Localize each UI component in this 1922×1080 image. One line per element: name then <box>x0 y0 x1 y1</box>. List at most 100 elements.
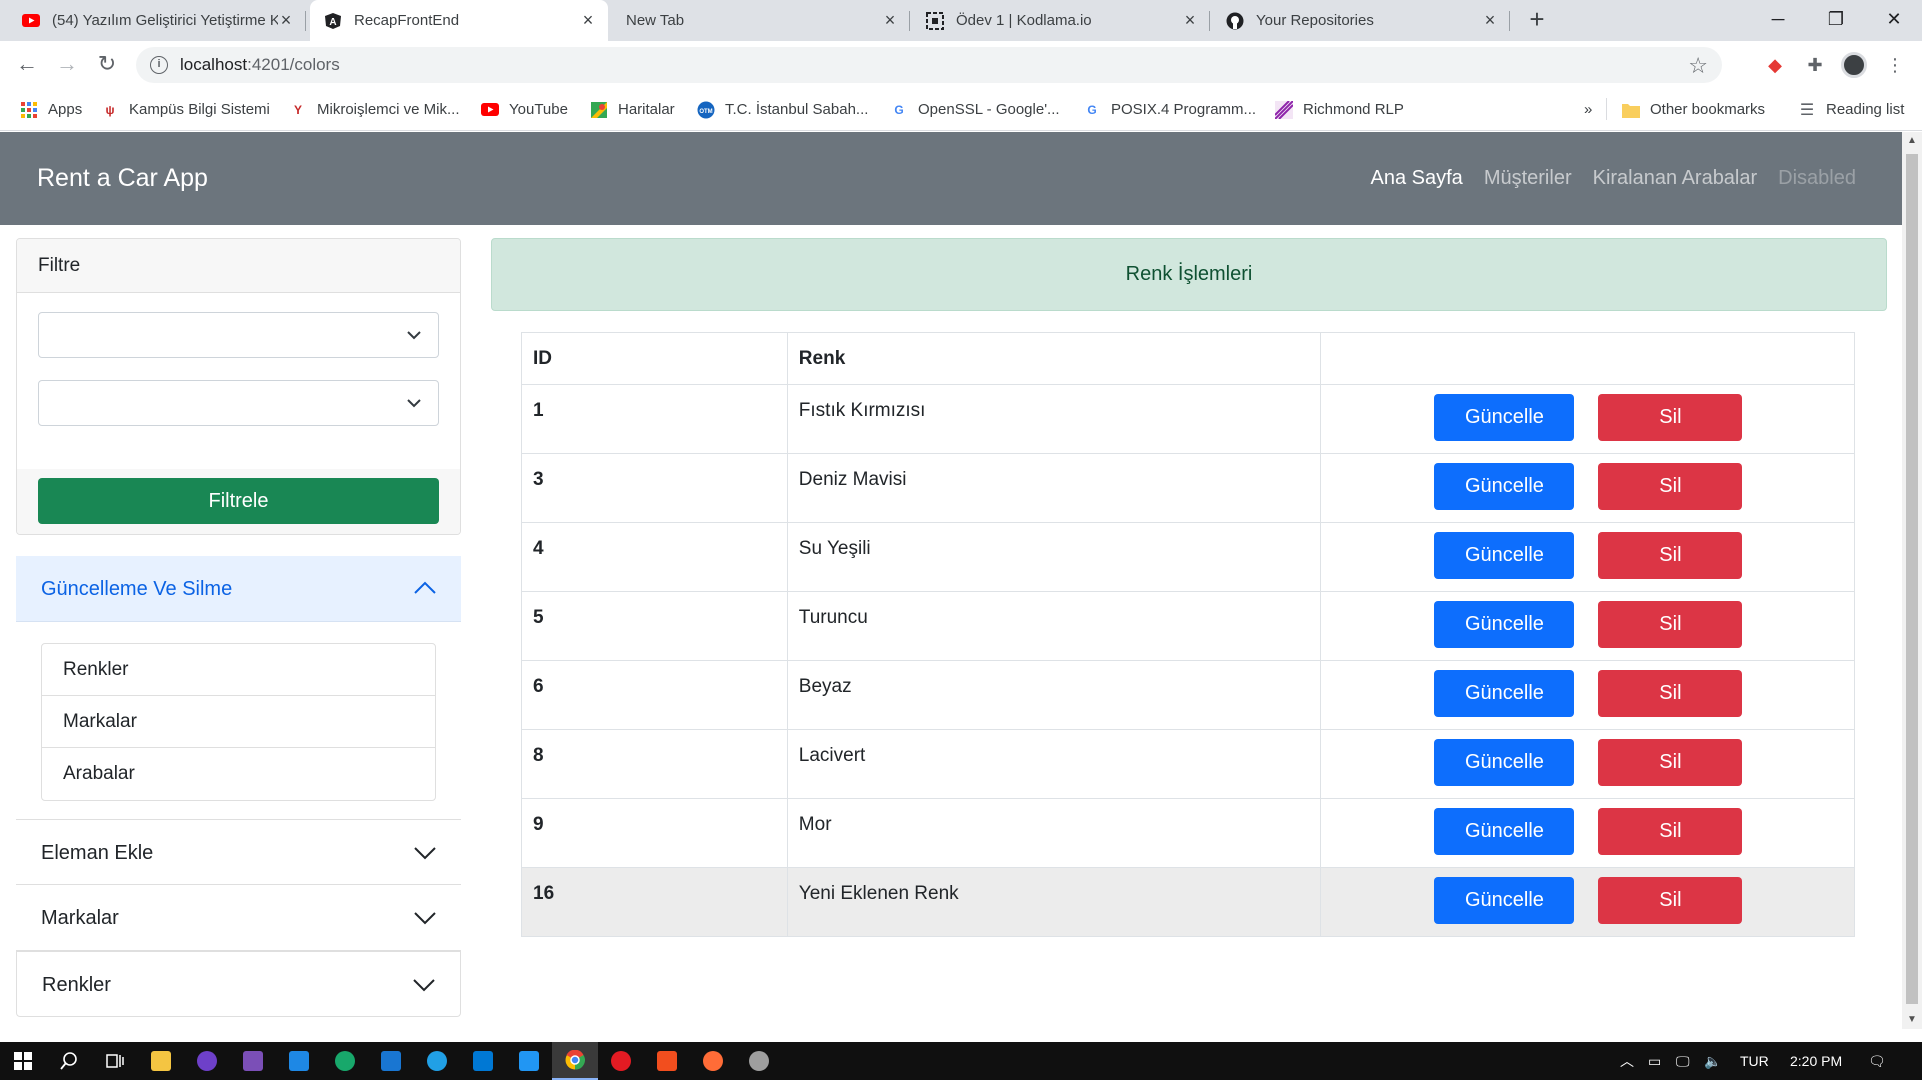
scrollbar-thumb[interactable] <box>1906 154 1918 1004</box>
reading-list[interactable]: ☰ Reading list <box>1798 88 1905 131</box>
tab-kodlama[interactable]: Ödev 1 | Kodlama.io × <box>912 0 1210 41</box>
restore-icon[interactable]: ❐ <box>1808 0 1864 41</box>
delete-button[interactable]: Sil <box>1598 463 1743 510</box>
other-bookmarks[interactable]: Other bookmarks <box>1622 88 1765 131</box>
update-button[interactable]: Güncelle <box>1434 463 1575 510</box>
new-tab-plus-icon[interactable]: + <box>1522 5 1552 35</box>
forward-arrow-icon[interactable]: → <box>51 49 83 81</box>
tab-close-icon[interactable]: × <box>1482 10 1498 31</box>
address-bar[interactable]: i localhost:4201/colors ☆ <box>136 47 1722 83</box>
bookmark-mikroislemci[interactable]: Y Mikroişlemci ve Mik... <box>289 88 460 131</box>
tab-close-icon[interactable]: × <box>278 10 294 31</box>
accordion-renkler[interactable]: Renkler <box>16 951 461 1017</box>
app2-icon[interactable] <box>736 1042 782 1080</box>
file-explorer-icon[interactable] <box>138 1042 184 1080</box>
network-icon[interactable]: 🖵 <box>1676 1042 1690 1080</box>
tab-close-icon[interactable]: × <box>1182 10 1198 31</box>
delete-button[interactable]: Sil <box>1598 394 1743 441</box>
github-desktop-icon[interactable] <box>184 1042 230 1080</box>
page-scrollbar[interactable]: ▲ ▼ <box>1902 132 1922 1029</box>
notifications-icon[interactable]: 🗨 <box>1868 1042 1886 1080</box>
bookmark-star-icon[interactable]: ☆ <box>1688 53 1708 79</box>
update-button[interactable]: Güncelle <box>1434 670 1575 717</box>
site-info-icon[interactable]: i <box>150 56 168 74</box>
close-window-icon[interactable]: ✕ <box>1866 0 1922 41</box>
bookmark-label: OpenSSL - Google'... <box>918 101 1060 118</box>
filter-button[interactable]: Filtrele <box>38 478 439 524</box>
scroll-down-arrow-icon[interactable]: ▼ <box>1902 1011 1922 1029</box>
update-button[interactable]: Güncelle <box>1434 601 1575 648</box>
language-indicator[interactable]: TUR <box>1740 1042 1769 1080</box>
chrome-icon[interactable] <box>552 1042 598 1080</box>
delete-button[interactable]: Sil <box>1598 877 1743 924</box>
clock[interactable]: 2:20 PM <box>1790 1042 1842 1080</box>
vscode-icon[interactable] <box>276 1042 322 1080</box>
cell-id: 16 <box>521 867 788 937</box>
nav-musteriler[interactable]: Müşteriler <box>1484 167 1572 190</box>
bookmark-openssl[interactable]: G OpenSSL - Google'... <box>890 88 1060 131</box>
profile-avatar[interactable] <box>1841 52 1867 78</box>
accordion-markalar[interactable]: Markalar <box>16 885 461 951</box>
opera-icon[interactable] <box>598 1042 644 1080</box>
delete-button[interactable]: Sil <box>1598 670 1743 717</box>
search-icon[interactable] <box>46 1042 92 1080</box>
tab-recapfrontend[interactable]: A RecapFrontEnd × <box>310 0 608 41</box>
menu-kebab-icon[interactable]: ⋮ <box>1882 52 1908 78</box>
app-icon[interactable] <box>368 1042 414 1080</box>
bookmark-posix[interactable]: G POSIX.4 Programm... <box>1083 88 1256 131</box>
cell-id: 6 <box>521 660 788 730</box>
tab-close-icon[interactable]: × <box>580 10 596 31</box>
update-button[interactable]: Güncelle <box>1434 808 1575 855</box>
update-button[interactable]: Güncelle <box>1434 532 1575 579</box>
mail-icon[interactable] <box>506 1042 552 1080</box>
bookmark-label: Mikroişlemci ve Mik... <box>317 101 460 118</box>
bookmark-youtube[interactable]: YouTube <box>481 88 568 131</box>
reload-icon[interactable]: ↻ <box>91 49 123 81</box>
navbar-brand[interactable]: Rent a Car App <box>37 132 208 225</box>
extension-icon[interactable]: ◆ <box>1762 52 1788 78</box>
update-button[interactable]: Güncelle <box>1434 394 1575 441</box>
volume-icon[interactable]: 🔈 <box>1704 1042 1721 1080</box>
delete-button[interactable]: Sil <box>1598 601 1743 648</box>
tab-new-tab[interactable]: New Tab × <box>612 0 910 41</box>
nav-ana-sayfa[interactable]: Ana Sayfa <box>1371 167 1463 190</box>
tab-close-icon[interactable]: × <box>882 10 898 31</box>
task-view-icon[interactable] <box>92 1042 138 1080</box>
scroll-up-arrow-icon[interactable]: ▲ <box>1902 132 1922 150</box>
bookmark-apps[interactable]: Apps <box>20 88 82 131</box>
bookmark-richmond[interactable]: Richmond RLP <box>1275 88 1404 131</box>
tray-chevron-up-icon[interactable]: ︿ <box>1620 1042 1634 1080</box>
visual-studio-icon[interactable] <box>230 1042 276 1080</box>
update-button[interactable]: Güncelle <box>1434 877 1575 924</box>
bookmark-kampus[interactable]: ψ Kampüs Bilgi Sistemi <box>101 88 269 131</box>
battery-icon[interactable]: ▭ <box>1648 1042 1661 1080</box>
update-button[interactable]: Güncelle <box>1434 739 1575 786</box>
bookmark-haritalar[interactable]: Haritalar <box>590 88 675 131</box>
list-item-markalar[interactable]: Markalar <box>42 696 435 748</box>
list-item-renkler[interactable]: Renkler <box>42 644 435 696</box>
tab-github[interactable]: Your Repositories × <box>1212 0 1510 41</box>
delete-button[interactable]: Sil <box>1598 739 1743 786</box>
puzzle-extensions-icon[interactable]: ✚ <box>1802 52 1828 78</box>
delete-button[interactable]: Sil <box>1598 532 1743 579</box>
figma-icon[interactable] <box>644 1042 690 1080</box>
bookmarks-overflow-button[interactable]: » <box>1584 88 1592 131</box>
delete-button[interactable]: Sil <box>1598 808 1743 855</box>
list-item-arabalar[interactable]: Arabalar <box>42 748 435 800</box>
store-icon[interactable] <box>460 1042 506 1080</box>
tab-youtube[interactable]: (54) Yazılım Geliştirici Yetiştirme K × <box>8 0 306 41</box>
bookmark-tc-istanbul[interactable]: OTM T.C. İstanbul Sabah... <box>697 88 868 131</box>
edge-icon[interactable] <box>414 1042 460 1080</box>
filter-select-2[interactable] <box>38 380 439 426</box>
nav-kiralanan-arabalar[interactable]: Kiralanan Arabalar <box>1593 167 1758 190</box>
minimize-icon[interactable]: ─ <box>1750 0 1806 41</box>
postman-icon[interactable] <box>690 1042 736 1080</box>
back-arrow-icon[interactable]: ← <box>11 49 43 81</box>
filter-select-1[interactable] <box>38 312 439 358</box>
accordion-eleman-ekle[interactable]: Eleman Ekle <box>16 819 461 885</box>
windows-start-icon[interactable] <box>0 1042 46 1080</box>
bookmarks-divider <box>1606 98 1607 120</box>
url-path: :4201/colors <box>247 55 340 74</box>
accordion-guncelleme-silme[interactable]: Güncelleme Ve Silme <box>16 556 461 622</box>
gitkraken-icon[interactable] <box>322 1042 368 1080</box>
